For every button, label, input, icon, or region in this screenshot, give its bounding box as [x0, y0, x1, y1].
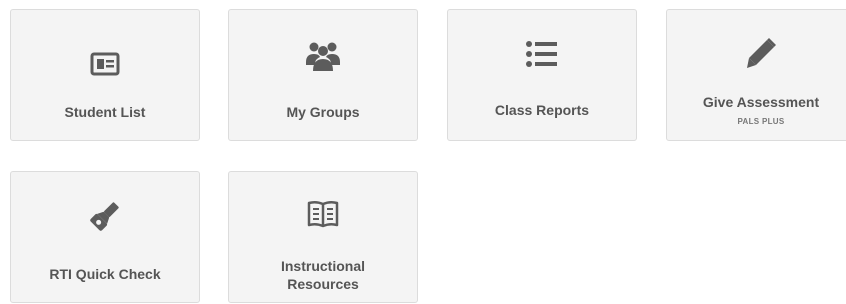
- class-reports-tile[interactable]: Class Reports: [447, 9, 637, 141]
- my-groups-label: My Groups: [286, 104, 360, 120]
- id-card-icon: [11, 46, 199, 82]
- student-list-label: Student List: [64, 104, 146, 120]
- class-reports-label: Class Reports: [494, 102, 590, 118]
- instructional-resources-label: Instructional Resources: [280, 258, 365, 292]
- rti-quick-check-tile[interactable]: RTI Quick Check: [10, 171, 200, 303]
- give-assessment-tile[interactable]: Give Assessment PALS PLUS: [666, 9, 846, 141]
- rti-quick-check-label: RTI Quick Check: [49, 266, 161, 282]
- dashboard-tile-grid: Student List My Groups Class Reports Giv…: [0, 0, 846, 304]
- instructional-resources-tile[interactable]: Instructional Resources: [228, 171, 418, 303]
- group-icon: [229, 38, 417, 74]
- open-book-icon: [229, 196, 417, 232]
- give-assessment-label: Give Assessment: [702, 94, 820, 110]
- student-list-tile[interactable]: Student List: [10, 9, 200, 141]
- my-groups-tile[interactable]: My Groups: [228, 9, 418, 141]
- pals-plus-sublabel: PALS PLUS: [737, 117, 785, 126]
- list-icon: [448, 36, 636, 72]
- flashlight-icon: [11, 198, 199, 234]
- pencil-icon: [667, 37, 846, 73]
